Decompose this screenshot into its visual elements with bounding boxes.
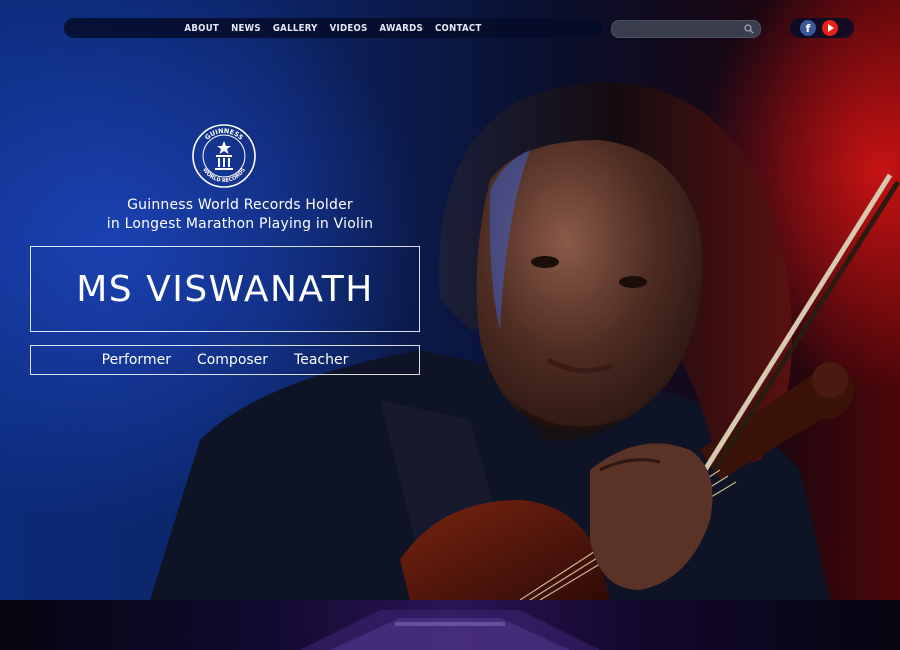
next-section-preview xyxy=(0,600,900,650)
nav-about[interactable]: ABOUT xyxy=(184,23,219,34)
artist-name-box: MS VISWANATH xyxy=(30,246,420,332)
youtube-icon[interactable] xyxy=(822,20,838,36)
tagline-line-1: Guinness World Records Holder xyxy=(127,197,353,213)
nav-contact[interactable]: CONTACT xyxy=(435,23,482,34)
search-icon[interactable] xyxy=(744,24,754,34)
record-tagline: Guinness World Records Holder in Longest… xyxy=(40,196,440,234)
nav-videos[interactable]: VIDEOS xyxy=(330,23,368,34)
nav-gallery[interactable]: GALLERY xyxy=(273,23,318,34)
roles-box: Performer Composer Teacher xyxy=(30,345,420,375)
main-nav: ABOUT NEWS GALLERY VIDEOS AWARDS CONTACT xyxy=(64,18,602,38)
facebook-icon[interactable]: f xyxy=(800,20,816,36)
guinness-world-records-logo: GUINNESS WORLD RECORDS xyxy=(192,124,256,188)
search-box xyxy=(611,20,761,38)
artist-name: MS VISWANATH xyxy=(76,268,374,310)
social-links: f xyxy=(790,18,854,38)
role-teacher: Teacher xyxy=(294,352,349,368)
role-performer: Performer xyxy=(101,352,171,368)
hero-banner: ABOUT NEWS GALLERY VIDEOS AWARDS CONTACT… xyxy=(0,0,900,600)
nav-news[interactable]: NEWS xyxy=(231,23,261,34)
nav-awards[interactable]: AWARDS xyxy=(380,23,423,34)
tagline-line-2: in Longest Marathon Playing in Violin xyxy=(106,216,374,232)
stage-image-preview xyxy=(300,610,600,650)
role-composer: Composer xyxy=(196,352,269,368)
search-input[interactable] xyxy=(620,21,738,37)
